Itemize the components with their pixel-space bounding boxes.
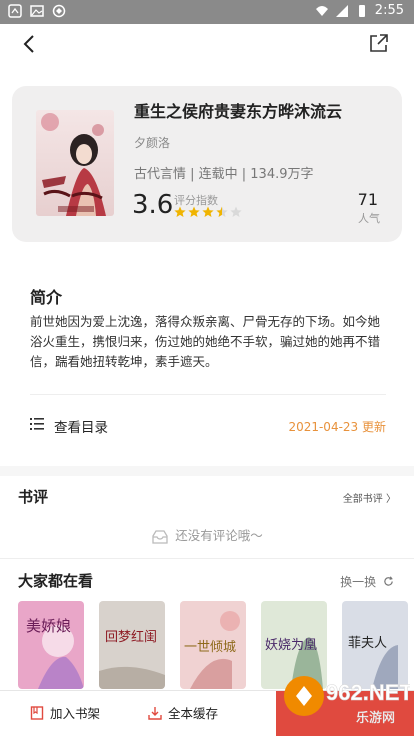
update-date: 2021-04-23 更新	[288, 420, 386, 434]
swap-label: 换一换	[340, 575, 377, 589]
cover-title: 一世倾城	[184, 640, 236, 655]
list-icon	[30, 418, 44, 430]
book-title: 重生之侯府贵妻东方晔沐流云	[134, 102, 343, 121]
wifi-icon	[315, 5, 328, 16]
bookshelf-icon	[30, 705, 44, 720]
recommend-book-cover[interactable]: 美娇娘	[18, 601, 84, 689]
book-score: 3.6	[132, 190, 174, 220]
signal-icon	[335, 4, 348, 17]
book-author[interactable]: 夕颜洛	[134, 134, 384, 151]
site-watermark-logo: 962.NET 乐游网	[284, 676, 410, 726]
star-icon	[188, 206, 200, 217]
top-nav	[0, 24, 414, 64]
sync-icon	[52, 4, 66, 18]
section-separator	[0, 466, 414, 476]
recommend-book-cover[interactable]: 一世倾城	[180, 601, 246, 689]
swap-button[interactable]: 换一换	[340, 573, 394, 590]
divider	[30, 394, 386, 395]
image-icon	[30, 5, 44, 17]
notification-icon	[8, 4, 22, 18]
all-reviews-link[interactable]: 全部书评 〉	[343, 490, 396, 505]
refresh-icon	[384, 576, 393, 586]
cover-title: 美娇娘	[26, 617, 71, 635]
download-icon	[148, 706, 162, 720]
cache-all-button[interactable]: 全本缓存	[148, 703, 218, 722]
cover-title: 妖娆为凰	[265, 638, 317, 653]
popularity-value: 71	[357, 190, 378, 209]
popularity-label: 人气	[358, 212, 380, 225]
intro-text: 前世她因为爱上沈逸，落得众叛亲离、尸骨无存的下场。如今她浴火重生，携恨归来，伤过…	[30, 314, 381, 369]
battery-icon	[358, 4, 365, 17]
watermark-subtext: 乐游网	[356, 711, 395, 726]
book-info-card: 重生之侯府贵妻东方晔沐流云 夕颜洛 古代言情 | 连载中 | 134.9万字 3…	[12, 86, 402, 242]
divider	[0, 558, 414, 559]
empty-star-icon	[230, 206, 242, 217]
star-icon	[202, 206, 214, 217]
catalog-label: 查看目录	[54, 420, 108, 436]
status-time: 2:55	[374, 3, 404, 18]
book-meta: 古代言情 | 连载中 | 134.9万字	[134, 167, 314, 182]
no-review-message: 还没有评论哦～	[0, 525, 414, 545]
add-to-shelf-label: 加入书架	[50, 706, 101, 721]
star-icon	[174, 206, 186, 217]
reviews-heading: 书评	[18, 488, 49, 506]
watermark-text: 962.NET	[326, 680, 410, 705]
cover-title: 回梦红闺	[105, 629, 157, 645]
no-review-text: 还没有评论哦～	[175, 528, 263, 543]
share-icon[interactable]	[368, 32, 390, 54]
book-cover[interactable]	[36, 110, 114, 216]
catalog-row[interactable]: 查看目录 2021-04-23 更新	[30, 412, 386, 438]
book-info: 重生之侯府贵妻东方晔沐流云 夕颜洛 古代言情 | 连载中 | 134.9万字	[134, 102, 384, 182]
status-bar: 2:55	[0, 0, 414, 24]
add-to-shelf-button[interactable]: 加入书架	[30, 703, 100, 722]
rating-stars	[174, 206, 242, 218]
intro-heading: 简介	[30, 288, 63, 307]
inbox-empty-icon	[152, 529, 168, 544]
back-arrow-icon[interactable]	[18, 32, 42, 56]
recommend-book-cover[interactable]: 回梦红闺	[99, 601, 165, 689]
cache-all-label: 全本缓存	[168, 706, 219, 721]
cover-title: 菲夫人	[348, 636, 387, 651]
recommend-heading: 大家都在看	[18, 572, 94, 590]
half-star-icon	[216, 206, 228, 217]
